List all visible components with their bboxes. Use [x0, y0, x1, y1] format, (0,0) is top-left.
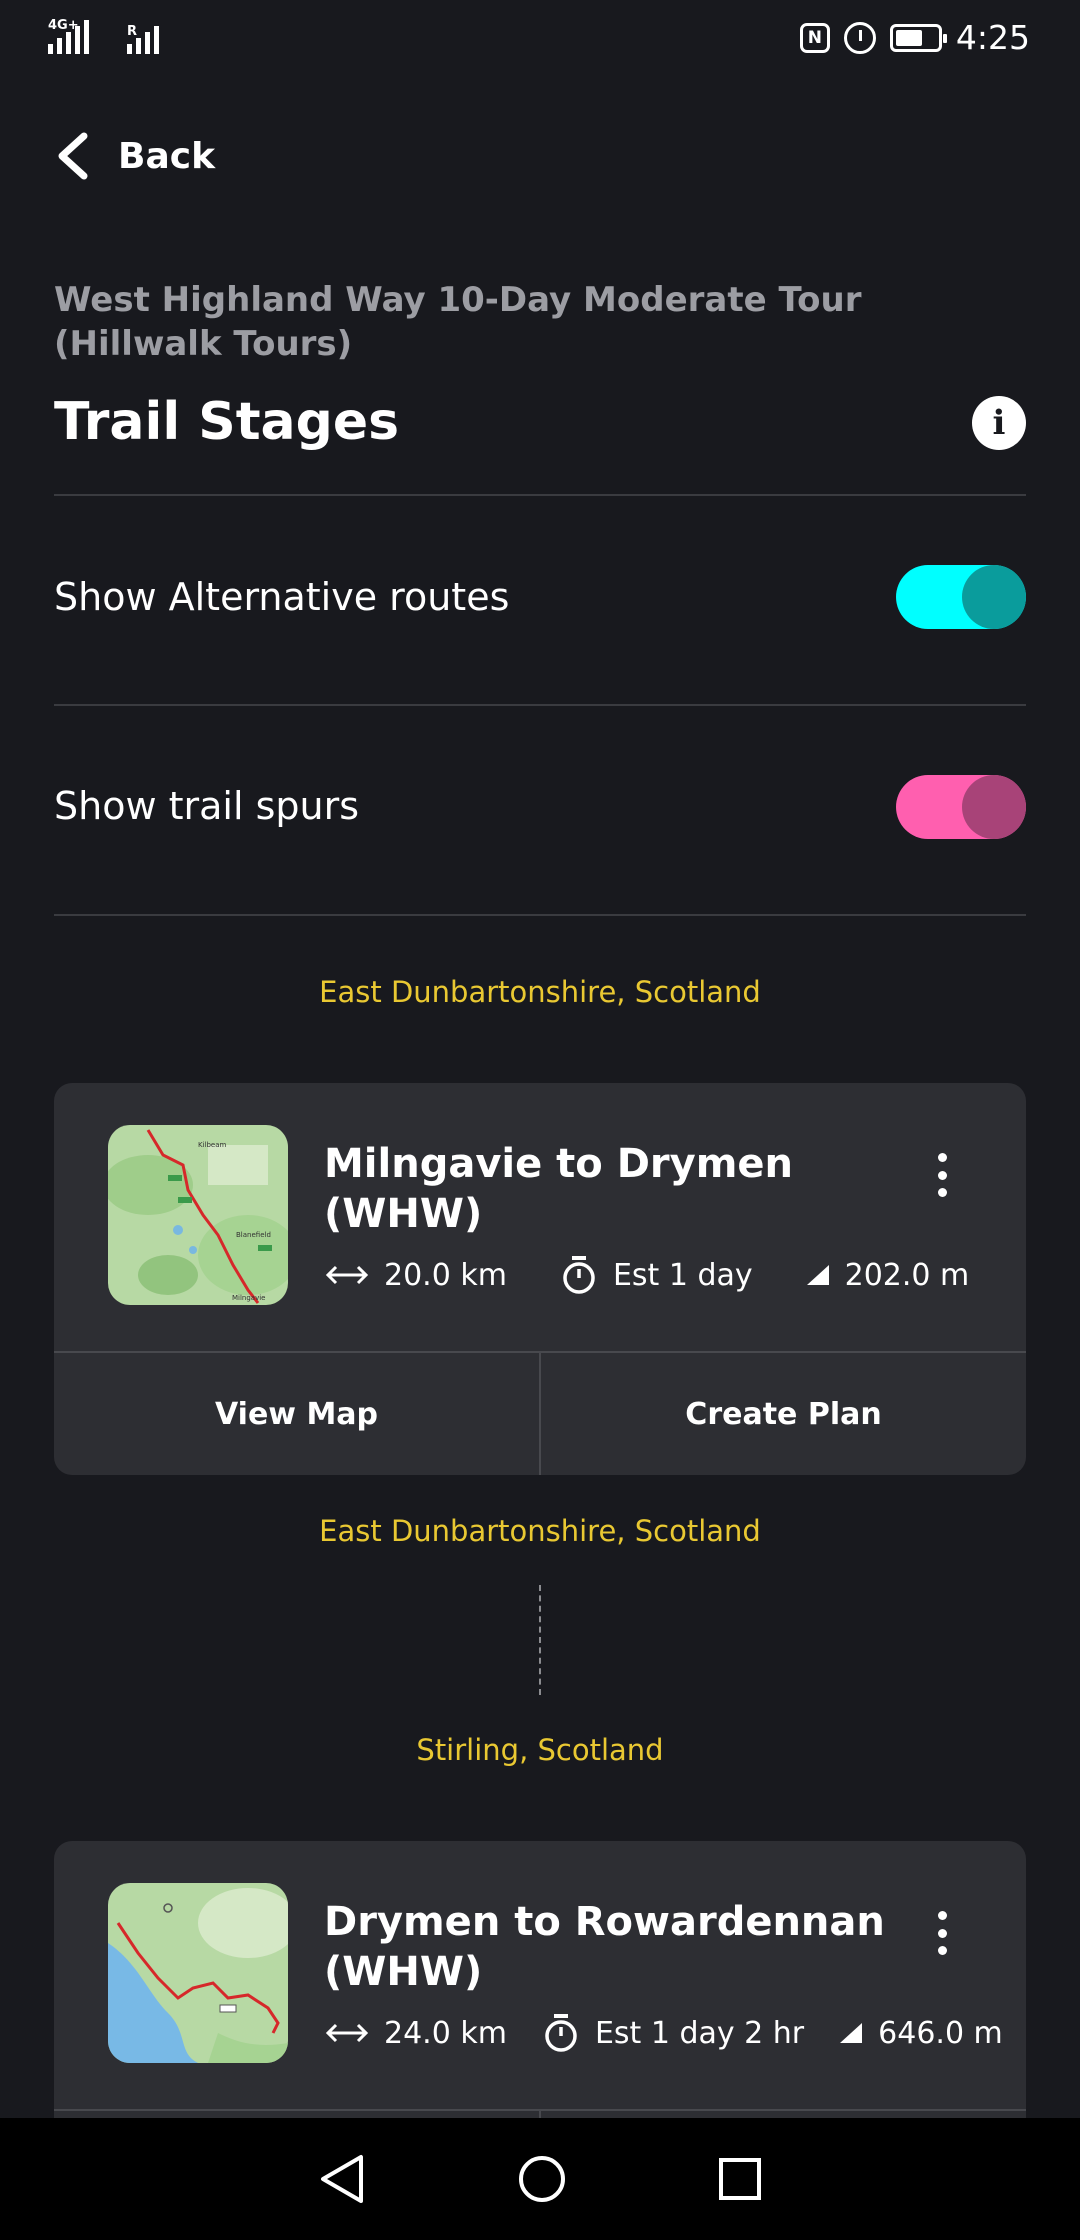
page-title: Trail Stages [54, 392, 400, 452]
signal-indicators: 4G+ R [48, 18, 159, 54]
back-label: Back [118, 135, 216, 177]
card-actions: View Map Create Plan [54, 1351, 1026, 1475]
battery-icon [889, 23, 947, 52]
toggle-knob [962, 775, 1026, 839]
region-label: East Dunbartonshire, Scotland [319, 975, 761, 1009]
double-arrow-icon [325, 1265, 369, 1285]
circle-home-icon[interactable] [517, 2154, 567, 2204]
info-button[interactable]: i [972, 396, 1026, 450]
duration-value: Est 1 day 2 hr [594, 2015, 805, 2051]
stage-card: Kilbeam Blanefield Milngavie Milngavie t… [54, 1083, 1026, 1475]
distance-stat: 24.0 km [324, 2016, 507, 2051]
stage-title[interactable]: Milngavie to Drymen (WHW) [324, 1139, 944, 1239]
elevation-triangle-icon [840, 2023, 863, 2043]
info-icon: i [992, 403, 1006, 443]
distance-stat: 20.0 km [324, 1258, 507, 1293]
status-right: N 4:25 [799, 18, 1030, 57]
map-label: Milngavie [232, 1294, 266, 1302]
system-nav-bar [0, 2118, 1080, 2240]
region-label: East Dunbartonshire, Scotland [319, 1514, 761, 1548]
elevation-value: 646.0 m [878, 2015, 1003, 2051]
stage-title[interactable]: Drymen to Rowardennan (WHW) [324, 1897, 944, 1997]
distance-value: 24.0 km [384, 2015, 507, 2051]
tour-subtitle: West Highland Way 10-Day Moderate Tour (… [54, 280, 862, 364]
trail-spurs-toggle[interactable] [896, 775, 1026, 839]
divider [54, 914, 1026, 916]
stage-connector [539, 1585, 541, 1695]
alarm-icon [843, 21, 876, 54]
view-map-button[interactable]: View Map [54, 1353, 539, 1475]
network-type-label: 4G+ [48, 18, 79, 33]
map-label: Kilbeam [198, 1141, 227, 1149]
nfc-icon: N [799, 22, 830, 53]
region-label: Stirling, Scotland [416, 1733, 664, 1767]
stopwatch-icon [563, 1256, 595, 1294]
map-label: Blanefield [236, 1231, 271, 1239]
kebab-menu-icon[interactable] [932, 1153, 952, 1197]
signal-strength-icon: 4G+ [48, 18, 89, 54]
double-arrow-icon [325, 2023, 369, 2043]
elevation-triangle-icon [806, 1265, 829, 1285]
elevation-stat: 646.0 m [838, 2016, 1003, 2051]
elevation-stat: 202.0 m [805, 1257, 970, 1293]
stage-card: Drymen to Rowardennan (WHW) 24.0 km Est … [54, 1841, 1026, 2141]
stage-map-thumbnail[interactable] [108, 1883, 288, 2063]
status-bar: 4G+ R N 4:25 [0, 0, 1080, 80]
stage-map-thumbnail[interactable]: Kilbeam Blanefield Milngavie [108, 1125, 288, 1305]
duration-stat: Est 1 day [559, 1255, 753, 1295]
duration-value: Est 1 day [612, 1257, 753, 1293]
stage-stats: 24.0 km Est 1 day 2 hr 646.0 m [324, 2013, 1003, 2053]
create-plan-button[interactable]: Create Plan [539, 1353, 1026, 1475]
signal-strength-icon-2: R [127, 24, 159, 54]
divider [54, 704, 1026, 706]
divider [54, 494, 1026, 496]
kebab-menu-icon[interactable] [932, 1911, 952, 1955]
clock: 4:25 [955, 18, 1030, 57]
square-recents-icon[interactable] [717, 2156, 763, 2202]
elevation-value: 202.0 m [844, 1257, 970, 1293]
roaming-label: R [127, 24, 138, 39]
duration-stat: Est 1 day 2 hr [541, 2013, 804, 2053]
alternative-routes-label: Show Alternative routes [54, 575, 510, 619]
chevron-left-icon [58, 132, 88, 180]
back-button[interactable]: Back [54, 132, 215, 180]
stopwatch-icon [545, 2014, 577, 2052]
trail-spurs-label: Show trail spurs [54, 784, 360, 828]
stage-stats: 20.0 km Est 1 day 202.0 m [324, 1255, 1021, 1295]
triangle-back-icon[interactable] [317, 2153, 367, 2205]
alternative-routes-toggle[interactable] [896, 565, 1026, 629]
toggle-knob [962, 565, 1026, 629]
distance-value: 20.0 km [384, 1257, 507, 1293]
